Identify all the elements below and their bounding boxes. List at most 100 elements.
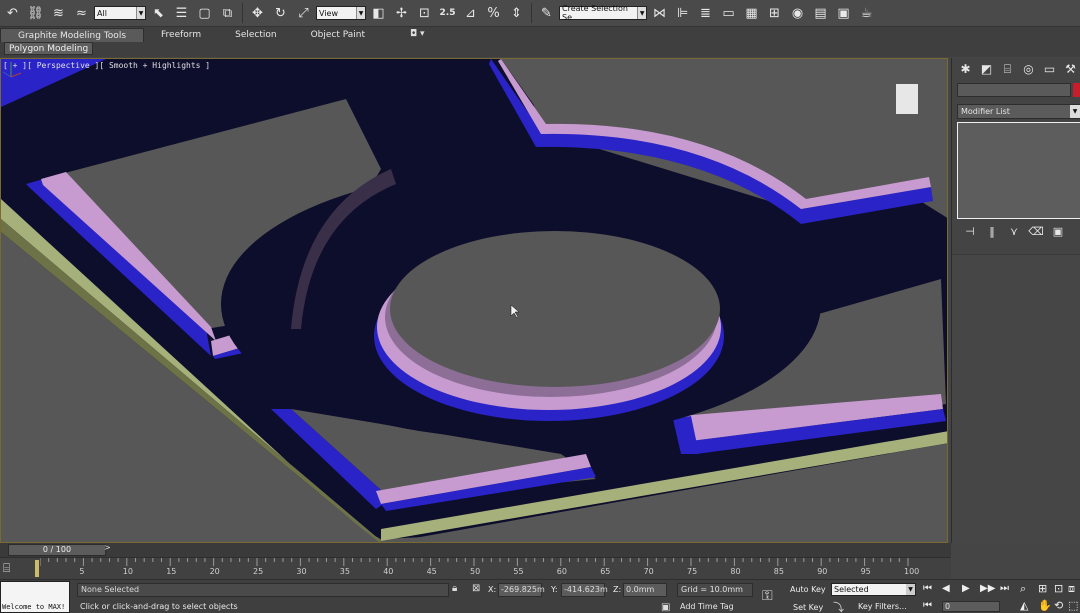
prompt-line: Click or click-and-drag to select object… (80, 602, 238, 611)
tab-freeform[interactable]: Freeform (144, 28, 218, 42)
show-end-result-icon[interactable]: ‖ (984, 225, 1000, 238)
render-setup-icon[interactable]: ▤ (810, 3, 831, 24)
window-crossing-icon[interactable]: ⧉ (217, 3, 238, 24)
render-production-icon[interactable]: ☕ (856, 3, 877, 24)
mini-curve-editor-icon[interactable]: ⌸ (3, 561, 10, 576)
reference-coordinate-dropdown[interactable]: View ▼ (316, 6, 366, 20)
motion-tab-icon[interactable]: ◎ (1019, 60, 1038, 78)
play-icon[interactable]: ▶ (962, 583, 970, 594)
pivot-center-icon[interactable]: ◧ (368, 3, 389, 24)
tab-selection[interactable]: Selection (218, 28, 293, 42)
tab-polygon-modeling[interactable]: Polygon Modeling (4, 42, 94, 55)
create-tab-icon[interactable]: ✱ (956, 60, 975, 78)
unlink-icon[interactable]: ≋ (48, 3, 69, 24)
go-to-start-icon[interactable]: ⏮ (923, 583, 932, 594)
time-slider[interactable]: 0 / 100 (8, 544, 106, 556)
key-filters-button[interactable]: Key Filters... (858, 602, 907, 611)
percent-snap-icon[interactable]: % (483, 3, 504, 24)
go-to-end-icon[interactable]: ⏭ (1000, 583, 1009, 594)
next-frame-button[interactable]: > (104, 543, 111, 552)
tab-object-paint[interactable]: Object Paint (294, 28, 382, 42)
key-selection-value: Selected (834, 585, 869, 594)
named-selection-sets-dropdown[interactable]: Create Selection Se ▼ (559, 4, 647, 22)
object-name-field[interactable] (957, 83, 1071, 97)
rectangular-selection-icon[interactable]: ▢ (194, 3, 215, 24)
zoom-extents-icon[interactable]: ⊡ (1054, 582, 1063, 595)
key-selection-dropdown[interactable]: Selected ▼ (831, 583, 916, 596)
absolute-mode-icon[interactable]: ⊠ (472, 583, 480, 594)
edit-named-selection-icon[interactable]: ✎ (536, 3, 557, 24)
tab-graphite-modeling-tools[interactable]: Graphite Modeling Tools (0, 28, 145, 42)
selection-filter-dropdown[interactable]: All ▼ (94, 6, 146, 20)
modify-tab-icon[interactable]: ◩ (977, 60, 996, 78)
ribbon-toggle-icon[interactable]: ▭ (718, 3, 739, 24)
manipulate-icon[interactable]: ✢ (391, 3, 412, 24)
undo-icon[interactable]: ↶ (2, 3, 23, 24)
modifier-stack[interactable] (957, 122, 1080, 219)
auto-key-button[interactable]: Auto Key (790, 585, 826, 594)
rendered-frame-window-icon[interactable]: ▣ (833, 3, 854, 24)
curve-editor-icon[interactable]: ▦ (741, 3, 762, 24)
z-coordinate-field[interactable]: 0.0mm (623, 583, 667, 597)
y-coordinate-field[interactable]: -414.623m (561, 583, 608, 597)
make-unique-icon[interactable]: ⋎ (1006, 225, 1022, 238)
key-mode-icon[interactable]: ⏮ (923, 600, 932, 611)
ruler-tick-label: 90 (817, 567, 828, 576)
select-by-name-icon[interactable]: ☰ (171, 3, 192, 24)
x-label: X: (488, 585, 497, 594)
display-tab-icon[interactable]: ▭ (1040, 60, 1059, 78)
snap-toggle-icon[interactable]: 2.5 (437, 3, 458, 24)
hierarchy-tab-icon[interactable]: ⌸ (998, 60, 1017, 78)
ribbon-tab-bar: Graphite Modeling Tools Freeform Selecti… (0, 27, 382, 42)
add-time-tag[interactable]: Add Time Tag (680, 602, 734, 611)
link-icon[interactable]: ⛓ (25, 3, 46, 24)
move-icon[interactable]: ✥ (247, 3, 268, 24)
remove-modifier-icon[interactable]: ⌫ (1028, 225, 1044, 238)
select-object-icon[interactable]: ⬉ (148, 3, 169, 24)
modifier-list-dropdown[interactable]: Modifier List ▼ (957, 104, 1080, 119)
key-icon[interactable]: ⚿ (762, 588, 773, 604)
perspective-viewport[interactable]: [ + ][ Perspective ][ Smooth + Highlight… (0, 58, 948, 543)
ruler-tick-label: 70 (643, 567, 654, 576)
ribbon-options-icon[interactable]: ◘ ▾ (410, 29, 425, 39)
mirror-icon[interactable]: ⋈ (649, 3, 670, 24)
field-of-view-icon[interactable]: ◭ (1020, 599, 1028, 612)
max-window: ↶ ⛓ ≋ ≈ All ▼ ⬉ ☰ ▢ ⧉ ✥ ↻ ⤢ View ▼ ◧ ✢ ⊡… (0, 0, 1080, 613)
ruler-tick-label: 40 (383, 567, 394, 576)
set-key-button[interactable]: Set Key (793, 603, 823, 612)
named-selection-sets-value: Create Selection Se (562, 4, 628, 22)
rotate-icon[interactable]: ↻ (270, 3, 291, 24)
viewport-label-menu[interactable]: [ + ][ Perspective ][ Smooth + Highlight… (3, 61, 210, 70)
orbit-icon[interactable]: ⟲ (1054, 599, 1063, 612)
angle-snap-icon[interactable]: ⊿ (460, 3, 481, 24)
track-bar[interactable]: ⌸ 5 10 15 20 25 30 35 40 45 50 55 60 65 70 75 80 85 90 95 1… (0, 557, 951, 579)
zoom-extents-all-icon[interactable]: ⧈ (1068, 582, 1075, 596)
zoom-all-icon[interactable]: ⊞ (1038, 582, 1047, 595)
layer-manager-icon[interactable]: ≣ (695, 3, 716, 24)
schematic-view-icon[interactable]: ⊞ (764, 3, 785, 24)
previous-frame-icon[interactable]: ◀ (942, 583, 950, 594)
current-frame-marker[interactable] (35, 560, 39, 577)
modifier-list-label: Modifier List (961, 107, 1010, 116)
configure-modifier-sets-icon[interactable]: ▣ (1050, 225, 1066, 238)
object-color-swatch[interactable] (1073, 83, 1080, 97)
material-editor-icon[interactable]: ◉ (787, 3, 808, 24)
chevron-down-icon: ▼ (906, 584, 915, 595)
pan-icon[interactable]: ✋ (1038, 599, 1052, 612)
x-coordinate-field[interactable]: -269.825m (498, 583, 545, 597)
next-frame-icon[interactable]: ▶▶ (980, 583, 995, 594)
lock-selection-icon[interactable]: 🔒︎ (452, 583, 457, 594)
scale-icon[interactable]: ⤢ (293, 3, 314, 24)
align-icon[interactable]: ⊫ (672, 3, 693, 24)
time-tag-icon[interactable]: ▣ (661, 602, 670, 613)
pin-stack-icon[interactable]: ⊣ (962, 225, 978, 238)
spinner-snap-icon[interactable]: ⇕ (506, 3, 527, 24)
keyboard-shortcut-icon[interactable]: ⊡ (414, 3, 435, 24)
maximize-viewport-icon[interactable]: ⬚ (1068, 599, 1078, 612)
current-frame-field[interactable]: 0 (942, 601, 1000, 612)
maxscript-listener[interactable]: Welcome to MAX! (0, 581, 70, 613)
utilities-tab-icon[interactable]: ⚒ (1061, 60, 1080, 78)
set-keys-icon[interactable]: ⤵ (833, 599, 844, 613)
zoom-icon[interactable]: ⌕ (1020, 582, 1026, 596)
bind-space-warp-icon[interactable]: ≈ (71, 3, 92, 24)
